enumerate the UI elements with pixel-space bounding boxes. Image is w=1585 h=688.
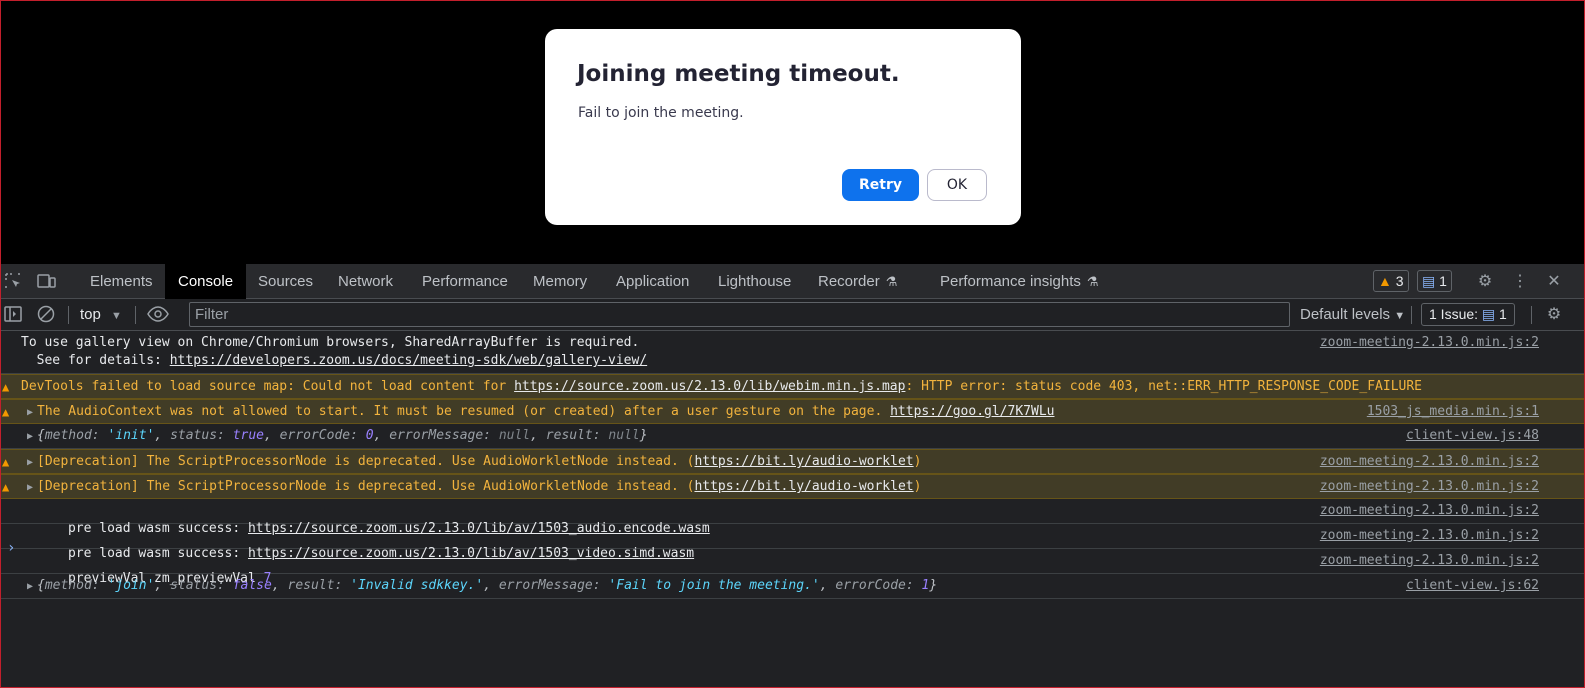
tab-sources[interactable]: Sources (258, 264, 313, 299)
console-prompt-icon[interactable]: › (7, 540, 15, 556)
messages-count: 1 (1439, 273, 1447, 289)
expand-triangle-icon[interactable]: ▶ (21, 578, 37, 596)
source-link[interactable]: zoom-meeting-2.13.0.min.js:2 (1320, 478, 1539, 496)
log-link[interactable]: https://goo.gl/7K7WLu (890, 404, 1054, 419)
tab-performance[interactable]: Performance (422, 264, 508, 299)
source-link[interactable]: client-view.js:62 (1406, 577, 1539, 595)
messages-counter[interactable]: ▤ 1 (1417, 270, 1452, 292)
log-link[interactable]: https://source.zoom.us/2.13.0/lib/webim.… (514, 379, 905, 394)
log-row: ▶ {method: 'init', status: true, errorCod… (1, 424, 1584, 449)
retry-button[interactable]: Retry (842, 169, 919, 201)
warning-icon: ▲ (1378, 273, 1392, 289)
sidebar-toggle-icon[interactable] (3, 305, 23, 325)
expand-triangle-icon[interactable]: ▶ (21, 404, 37, 422)
log-text: [Deprecation] The ScriptProcessorNode is… (37, 454, 695, 469)
settings-gear-icon[interactable]: ⚙ (1475, 272, 1495, 292)
warning-row: ▲ DevTools failed to load source map: Co… (1, 374, 1584, 399)
timeout-dialog: Joining meeting timeout. Fail to join th… (545, 29, 1021, 225)
levels-label: Default levels (1300, 306, 1391, 323)
flask-icon: ⚗ (1086, 274, 1099, 289)
expand-triangle-icon[interactable]: ▶ (21, 454, 37, 472)
issues-label: 1 Issue: (1429, 306, 1479, 322)
log-row: To use gallery view on Chrome/Chromium b… (1, 331, 1584, 374)
tab-lighthouse[interactable]: Lighthouse (718, 264, 791, 299)
log-text: : HTTP error: status code 403, net::ERR_… (905, 379, 1422, 394)
tab-recorder-label: Recorder (818, 273, 880, 290)
divider (1411, 306, 1412, 324)
more-options-icon[interactable]: ⋮ (1510, 272, 1530, 292)
device-toolbar-icon[interactable] (37, 272, 57, 292)
inspect-element-icon[interactable] (3, 272, 23, 292)
log-levels-dropdown[interactable]: Default levels ▼ (1300, 299, 1405, 331)
page-viewport: Joining meeting timeout. Fail to join th… (1, 1, 1584, 264)
message-icon: ▤ (1481, 306, 1496, 322)
console-log: To use gallery view on Chrome/Chromium b… (1, 331, 1584, 599)
filter-input[interactable] (189, 302, 1290, 327)
source-link[interactable]: zoom-meeting-2.13.0.min.js:2 (1320, 552, 1539, 570)
devtools-tabbar: Elements Console Sources Network Perform… (1, 264, 1584, 299)
tab-performance-insights-label: Performance insights (940, 273, 1081, 290)
log-text: The AudioContext was not allowed to star… (37, 404, 891, 419)
log-link[interactable]: https://bit.ly/audio-worklet (694, 454, 913, 469)
warnings-count: 3 (1395, 273, 1404, 289)
source-link[interactable]: zoom-meeting-2.13.0.min.js:2 (1320, 527, 1539, 545)
console-toolbar: top ▼ Default levels ▼ 1 Issue: ▤ 1 ⚙ (1, 299, 1584, 331)
source-link[interactable]: zoom-meeting-2.13.0.min.js:2 (1320, 453, 1539, 471)
context-selector[interactable]: top ▼ (80, 299, 122, 331)
tab-application[interactable]: Application (616, 264, 689, 299)
log-text: See for details: (21, 353, 170, 368)
tab-memory[interactable]: Memory (533, 264, 587, 299)
expand-triangle-icon[interactable]: ▶ (21, 428, 37, 446)
log-row: pre load wasm success: https://source.zo… (1, 524, 1584, 561)
ok-button[interactable]: OK (927, 169, 987, 201)
log-row: ▶ {method: 'join', status: false, result:… (1, 574, 1584, 599)
log-link[interactable]: https://developers.zoom.us/docs/meeting-… (170, 353, 647, 368)
log-row: pre load wasm success: https://source.zo… (1, 499, 1584, 536)
log-text: DevTools failed to load source map: Coul… (21, 379, 515, 394)
chevron-down-icon: ▼ (1394, 310, 1406, 322)
source-link[interactable]: zoom-meeting-2.13.0.min.js:2 (1320, 334, 1539, 352)
issues-button[interactable]: 1 Issue: ▤ 1 (1421, 303, 1515, 326)
warning-row: ▲ ▶ The AudioContext was not allowed to s… (1, 399, 1584, 424)
object-preview[interactable]: {method: 'join', status: false, result: … (37, 578, 937, 593)
log-text: [Deprecation] The ScriptProcessorNode is… (37, 479, 695, 494)
object-preview[interactable]: {method: 'init', status: true, errorCode… (37, 428, 648, 443)
close-devtools-icon[interactable]: ✕ (1544, 272, 1564, 292)
context-label: top (80, 306, 101, 323)
warnings-counter[interactable]: ▲ 3 (1373, 270, 1409, 292)
source-link[interactable]: 1503_js_media.min.js:1 (1367, 403, 1539, 421)
warning-icon: ▲ (2, 480, 10, 494)
log-row: previewVal zm_previewVal 7 zoom-meeting-… (1, 549, 1584, 586)
warning-row: ▲ ▶ [Deprecation] The ScriptProcessorNode… (1, 474, 1584, 499)
chevron-down-icon: ▼ (111, 310, 122, 322)
warning-row: ▲ ▶ [Deprecation] The ScriptProcessorNode… (1, 449, 1584, 474)
divider (135, 306, 136, 324)
dialog-title: Joining meeting timeout. (577, 61, 900, 87)
flask-icon: ⚗ (885, 274, 898, 289)
tab-recorder[interactable]: Recorder ⚗ (818, 264, 897, 299)
divider (68, 306, 69, 324)
warning-icon: ▲ (2, 455, 10, 469)
issues-count: 1 (1499, 306, 1507, 322)
devtools-panel: Elements Console Sources Network Perform… (1, 264, 1584, 687)
source-link[interactable]: zoom-meeting-2.13.0.min.js:2 (1320, 502, 1539, 520)
log-text: To use gallery view on Chrome/Chromium b… (21, 335, 640, 350)
tab-network[interactable]: Network (338, 264, 393, 299)
tab-console[interactable]: Console (165, 264, 247, 299)
source-link[interactable]: client-view.js:48 (1406, 427, 1539, 445)
log-link[interactable]: https://bit.ly/audio-worklet (694, 479, 913, 494)
clear-console-icon[interactable] (36, 305, 56, 325)
console-settings-gear-icon[interactable]: ⚙ (1544, 305, 1564, 325)
warning-icon: ▲ (2, 405, 10, 419)
expand-triangle-icon[interactable]: ▶ (21, 479, 37, 497)
warning-icon: ▲ (2, 380, 10, 394)
live-expression-eye-icon[interactable] (147, 305, 169, 325)
dialog-message: Fail to join the meeting. (578, 105, 744, 121)
tab-elements[interactable]: Elements (90, 264, 153, 299)
message-icon: ▤ (1422, 273, 1436, 289)
divider (1531, 306, 1532, 324)
tab-performance-insights[interactable]: Performance insights ⚗ (940, 264, 1099, 299)
